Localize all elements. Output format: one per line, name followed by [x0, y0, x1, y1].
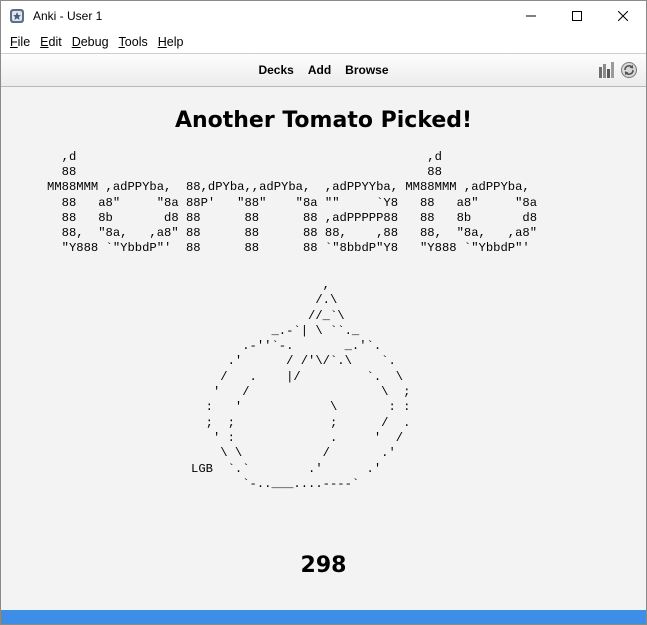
decks-link[interactable]: Decks	[258, 63, 293, 77]
tomato-ascii-banner: ,d ,d 88 88 MM88MMM ,adPPYba, 88,dPYba,,…	[47, 150, 538, 256]
title-bar[interactable]: Anki - User 1	[1, 1, 646, 31]
minimize-icon	[526, 15, 536, 17]
menu-file[interactable]: File	[5, 35, 35, 49]
browse-link[interactable]: Browse	[345, 63, 388, 77]
main-content: Another Tomato Picked! ,d ,d 88 88 MM88M…	[1, 87, 646, 610]
menu-edit[interactable]: Edit	[35, 35, 67, 49]
close-icon	[618, 11, 628, 21]
anki-window: Anki - User 1 File Edit Debug Tools Help…	[0, 0, 647, 625]
stats-icon[interactable]	[598, 61, 616, 79]
menu-help[interactable]: Help	[153, 35, 189, 49]
page-heading: Another Tomato Picked!	[174, 108, 473, 133]
menu-bar: File Edit Debug Tools Help	[1, 31, 646, 53]
toolbar-right-icons	[598, 61, 638, 79]
minimize-button[interactable]	[508, 1, 554, 31]
menu-debug[interactable]: Debug	[67, 35, 114, 49]
close-button[interactable]	[600, 1, 646, 31]
window-controls	[508, 1, 646, 31]
maximize-button[interactable]	[554, 1, 600, 31]
tomato-count: 298	[300, 553, 347, 578]
bottom-accent-bar	[1, 610, 646, 624]
anki-app-icon	[9, 8, 25, 24]
add-link[interactable]: Add	[308, 63, 331, 77]
maximize-icon	[572, 11, 582, 21]
menu-tools[interactable]: Tools	[114, 35, 153, 49]
sync-icon[interactable]	[620, 61, 638, 79]
window-title: Anki - User 1	[33, 9, 103, 23]
tomato-ascii-art: , /.\ //_`\ _.-`| \ ``._ .-''`-. _.'`. .…	[191, 278, 411, 491]
main-toolbar: Decks Add Browse	[1, 53, 646, 87]
